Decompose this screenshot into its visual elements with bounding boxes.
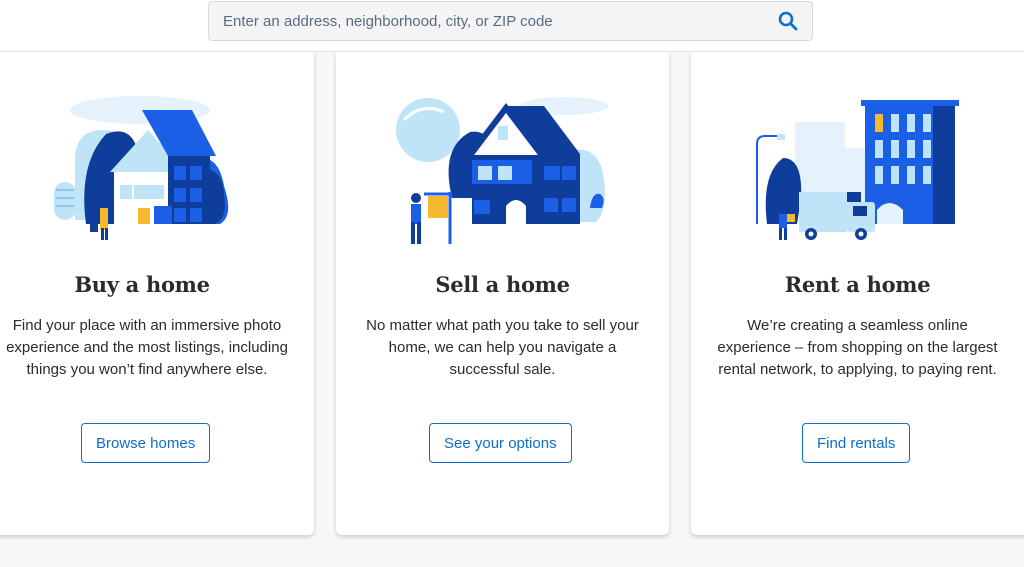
rent-home-illustration xyxy=(756,100,959,240)
search-icon xyxy=(778,11,798,31)
top-bar xyxy=(0,0,1024,52)
buy-home-title: Buy a home xyxy=(74,272,210,297)
rent-home-title: Rent a home xyxy=(784,272,931,297)
buy-home-illustration xyxy=(54,96,229,240)
find-rentals-button[interactable]: Find rentals xyxy=(802,423,911,463)
cards-section: Buy a home Find your place with an immer… xyxy=(0,52,1024,537)
buy-home-card: Buy a home Find your place with an immer… xyxy=(0,52,314,535)
see-your-options-button[interactable]: See your options xyxy=(429,423,572,463)
search-input[interactable] xyxy=(209,2,764,40)
browse-homes-button[interactable]: Browse homes xyxy=(81,423,211,463)
rent-home-description: We’re creating a seamless online experie… xyxy=(717,317,998,378)
sell-home-illustration xyxy=(396,97,608,244)
search-button[interactable] xyxy=(764,2,812,40)
sell-home-description: No matter what path you take to sell you… xyxy=(366,317,639,378)
sell-home-card: Sell a home No matter what path you take… xyxy=(336,52,669,535)
rent-home-card: Rent a home We’re creating a seamless on… xyxy=(691,52,1024,535)
sell-home-title: Sell a home xyxy=(435,272,570,297)
buy-home-description: Find your place with an immersive photo … xyxy=(6,317,288,378)
search-bar xyxy=(208,1,813,41)
